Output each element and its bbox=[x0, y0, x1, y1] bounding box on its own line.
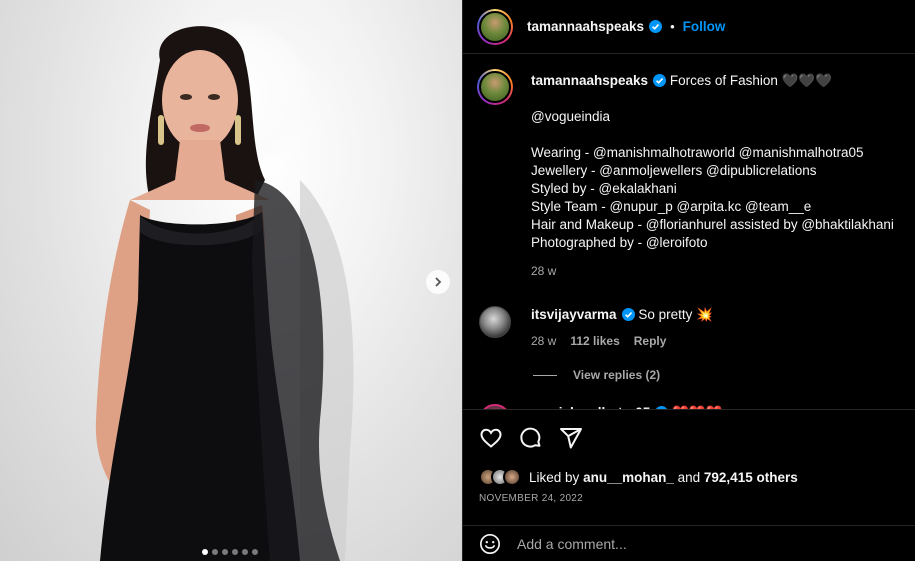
carousel-dots bbox=[202, 549, 258, 555]
author-username[interactable]: tamannaahspeaks bbox=[527, 19, 644, 34]
verified-badge-icon bbox=[653, 74, 667, 87]
caption-username[interactable]: tamannaahspeaks bbox=[531, 73, 648, 88]
liked-by-and: and bbox=[677, 469, 701, 485]
reply-button[interactable]: Reply bbox=[634, 332, 667, 350]
author-avatar[interactable] bbox=[477, 8, 513, 45]
carousel-dot bbox=[212, 549, 218, 555]
verified-badge-icon bbox=[649, 20, 663, 33]
comment-input[interactable] bbox=[517, 535, 877, 552]
carousel-dot bbox=[222, 549, 228, 555]
comment-item: itsvijayvarma So pretty 💥 28 w 112 likes… bbox=[477, 306, 901, 350]
share-icon[interactable] bbox=[559, 426, 583, 450]
caption-line: Styled by - @ekalakhani bbox=[531, 181, 677, 196]
post-actions: Liked by anu__mohan_ and 792,415 others … bbox=[463, 409, 915, 504]
verified-badge-icon bbox=[621, 308, 635, 321]
photo-figure bbox=[95, 26, 354, 561]
comment-likes[interactable]: 112 likes bbox=[570, 332, 619, 350]
comment-age: 28 w bbox=[531, 334, 557, 348]
carousel-dot bbox=[232, 549, 238, 555]
carousel-dot bbox=[252, 549, 258, 555]
comments-section[interactable]: tamannaahspeaks Forces of Fashion 🖤🖤🖤 @v… bbox=[463, 55, 915, 409]
comment-text: So pretty 💥 bbox=[638, 307, 713, 322]
header-separator: • bbox=[670, 19, 675, 34]
post-photo[interactable] bbox=[0, 0, 462, 561]
follow-button[interactable]: Follow bbox=[683, 19, 726, 34]
like-heart-icon[interactable] bbox=[479, 426, 503, 450]
comment-icon[interactable] bbox=[519, 426, 543, 450]
post-date: NOVEMBER 24, 2022 bbox=[479, 493, 584, 504]
caption-title: Forces of Fashion 🖤🖤🖤 bbox=[669, 73, 833, 88]
caption-author-avatar[interactable] bbox=[477, 69, 513, 105]
commenter-avatar[interactable] bbox=[479, 306, 511, 338]
next-image-button[interactable] bbox=[426, 270, 450, 294]
post-sidebar: tamannaahspeaks • Follow tamannaahspeaks… bbox=[462, 0, 915, 561]
emoji-icon[interactable] bbox=[479, 533, 501, 555]
add-comment-bar bbox=[463, 525, 915, 561]
commenter-username[interactable]: itsvijayvarma bbox=[531, 307, 617, 322]
likers-avatars bbox=[479, 468, 521, 486]
caption: tamannaahspeaks Forces of Fashion 🖤🖤🖤 @v… bbox=[477, 69, 901, 280]
liked-by-user[interactable]: anu__mohan_ bbox=[583, 470, 674, 485]
liked-by-prefix: Liked by bbox=[529, 469, 580, 485]
post-header: tamannaahspeaks • Follow bbox=[463, 0, 915, 54]
likes-count[interactable]: 792,415 others bbox=[704, 470, 798, 485]
caption-line[interactable]: @vogueindia bbox=[531, 108, 901, 126]
chevron-right-icon bbox=[435, 277, 442, 287]
caption-line: Jewellery - @anmoljewellers @dipublicrel… bbox=[531, 163, 817, 178]
carousel-dot bbox=[202, 549, 208, 555]
caption-line: Style Team - @nupur_p @arpita.kc @team__… bbox=[531, 199, 812, 214]
caption-line: Hair and Makeup - @florianhurel assisted… bbox=[531, 217, 894, 232]
likes-summary: Liked by anu__mohan_ and 792,415 others bbox=[463, 468, 915, 486]
view-replies-button[interactable]: View replies (2) bbox=[533, 368, 901, 382]
post-age: 28 w bbox=[531, 264, 557, 278]
view-replies-label: View replies (2) bbox=[573, 368, 661, 382]
caption-line: Photographed by - @leroifoto bbox=[531, 235, 708, 250]
caption-line: Wearing - @manishmalhotraworld @manishma… bbox=[531, 145, 864, 160]
carousel-dot bbox=[242, 549, 248, 555]
